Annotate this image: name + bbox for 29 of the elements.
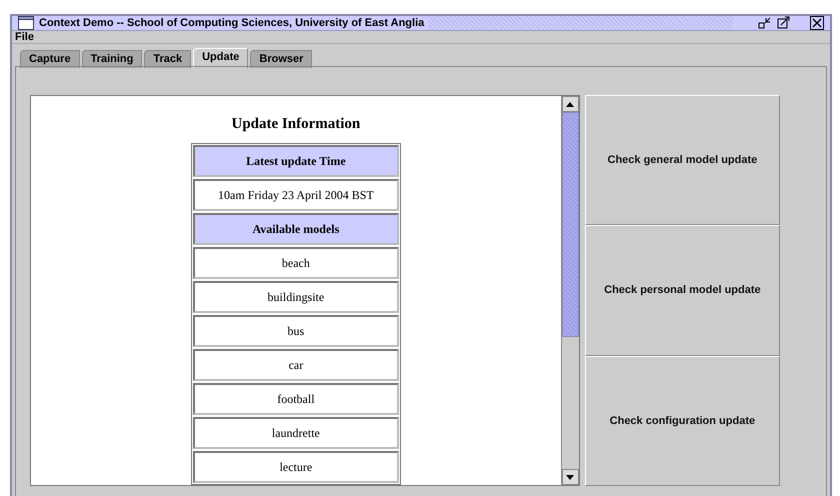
check-update-button[interactable]: Check configuration update	[584, 356, 780, 486]
table-header: Latest update Time	[192, 145, 399, 177]
scroll-down-icon[interactable]	[562, 469, 579, 485]
document-heading: Update Information	[232, 116, 360, 133]
window-title: Context Demo -- School of Computing Sciences, University of East Anglia	[39, 17, 424, 29]
check-update-button[interactable]: Check general model update	[584, 95, 780, 226]
check-update-button[interactable]: Check personal model update	[584, 225, 780, 356]
close-icon[interactable]	[810, 16, 824, 30]
scrollbar[interactable]	[560, 96, 579, 485]
tab[interactable]: Capture	[20, 50, 80, 68]
tab[interactable]: Update	[193, 48, 248, 68]
minimize-icon[interactable]	[758, 16, 772, 30]
table-cell: car	[192, 349, 399, 381]
tab[interactable]: Track	[144, 50, 192, 68]
table-cell: bus	[192, 315, 399, 347]
table-cell: 10am Friday 23 April 2004 BST	[192, 179, 399, 211]
table-cell: football	[192, 383, 399, 415]
window-icon	[18, 16, 34, 30]
table-cell: beach	[192, 247, 399, 279]
tab[interactable]: Browser	[250, 50, 312, 68]
table-cell: lecture	[192, 451, 399, 483]
table-header: Available models	[192, 213, 399, 245]
table-cell: buildingsite	[192, 281, 399, 313]
tab[interactable]: Training	[82, 50, 142, 68]
maximize-icon[interactable]	[777, 16, 791, 30]
menu-item[interactable]: File	[15, 31, 34, 43]
scroll-up-icon[interactable]	[562, 96, 579, 112]
table-cell: laundrette	[192, 417, 399, 449]
scroll-thumb[interactable]	[562, 112, 579, 337]
